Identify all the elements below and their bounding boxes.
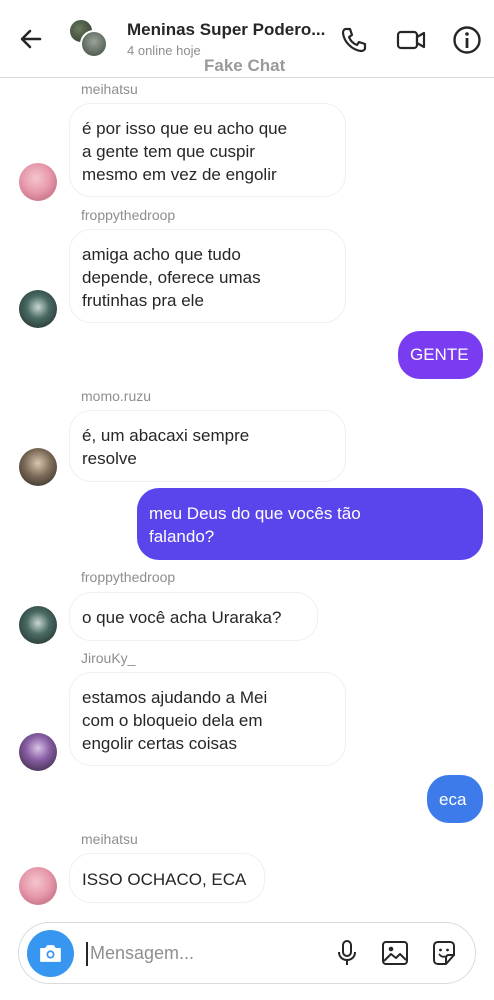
video-camera-icon[interactable] — [395, 24, 427, 56]
sender-name: meihatsu — [81, 831, 138, 847]
incoming-message-bubble[interactable]: é, um abacaxi sempre resolve — [69, 410, 346, 482]
sticker-icon[interactable] — [429, 938, 459, 968]
avatar[interactable] — [19, 606, 57, 644]
avatar[interactable] — [19, 163, 57, 201]
message-text: amiga acho que tudo depende, oferece uma… — [82, 245, 261, 310]
group-avatar[interactable] — [68, 18, 108, 58]
back-arrow-icon[interactable] — [16, 24, 46, 54]
avatar[interactable] — [19, 290, 57, 328]
message-text: é por isso que eu acho que a gente tem q… — [82, 119, 288, 184]
text-cursor — [86, 942, 88, 966]
camera-button[interactable] — [27, 930, 74, 977]
message-composer: Mensagem... — [18, 922, 476, 984]
online-status: 4 online hoje — [127, 43, 201, 58]
incoming-message-bubble[interactable]: é por isso que eu acho que a gente tem q… — [69, 103, 346, 197]
avatar[interactable] — [19, 448, 57, 486]
message-text: o que você acha Uraraka? — [82, 608, 282, 627]
message-text: GENTE — [410, 345, 469, 364]
microphone-icon[interactable] — [332, 938, 362, 968]
camera-icon — [40, 945, 61, 962]
message-text: estamos ajudando a Mei com o bloqueio de… — [82, 688, 268, 753]
incoming-message-bubble[interactable]: amiga acho que tudo depende, oferece uma… — [69, 229, 346, 323]
info-icon[interactable] — [451, 24, 483, 56]
outgoing-message-bubble[interactable]: eca — [427, 775, 483, 823]
message-text: é, um abacaxi sempre resolve — [82, 426, 250, 468]
phone-icon[interactable] — [338, 24, 370, 56]
sender-name: froppythedroop — [81, 569, 176, 585]
avatar[interactable] — [19, 867, 57, 905]
outgoing-message-bubble[interactable]: meu Deus do que vocês tão falando? — [137, 488, 483, 560]
message-input[interactable]: Mensagem... — [90, 943, 194, 964]
sender-name: JirouKy_ — [81, 650, 136, 666]
incoming-message-bubble[interactable]: estamos ajudando a Mei com o bloqueio de… — [69, 672, 346, 766]
message-text: meu Deus do que vocês tão falando? — [149, 504, 361, 546]
group-avatar-member-2 — [80, 30, 108, 58]
avatar[interactable] — [19, 733, 57, 771]
incoming-message-bubble[interactable]: o que você acha Uraraka? — [69, 592, 318, 641]
sender-name: momo.ruzu — [81, 388, 152, 404]
watermark: Fake Chat — [204, 56, 286, 75]
message-text: eca — [439, 790, 467, 809]
message-text: ISSO OCHACO, ECA — [82, 870, 247, 889]
image-icon[interactable] — [380, 938, 410, 968]
chat-title[interactable]: Meninas Super Podero... — [127, 20, 325, 40]
sender-name: meihatsu — [81, 81, 138, 97]
incoming-message-bubble[interactable]: ISSO OCHACO, ECA — [69, 853, 265, 903]
sender-name: froppythedroop — [81, 207, 176, 223]
chat-header: Meninas Super Podero... 4 online hoje Fa… — [0, 0, 494, 78]
outgoing-message-bubble[interactable]: GENTE — [398, 331, 483, 379]
